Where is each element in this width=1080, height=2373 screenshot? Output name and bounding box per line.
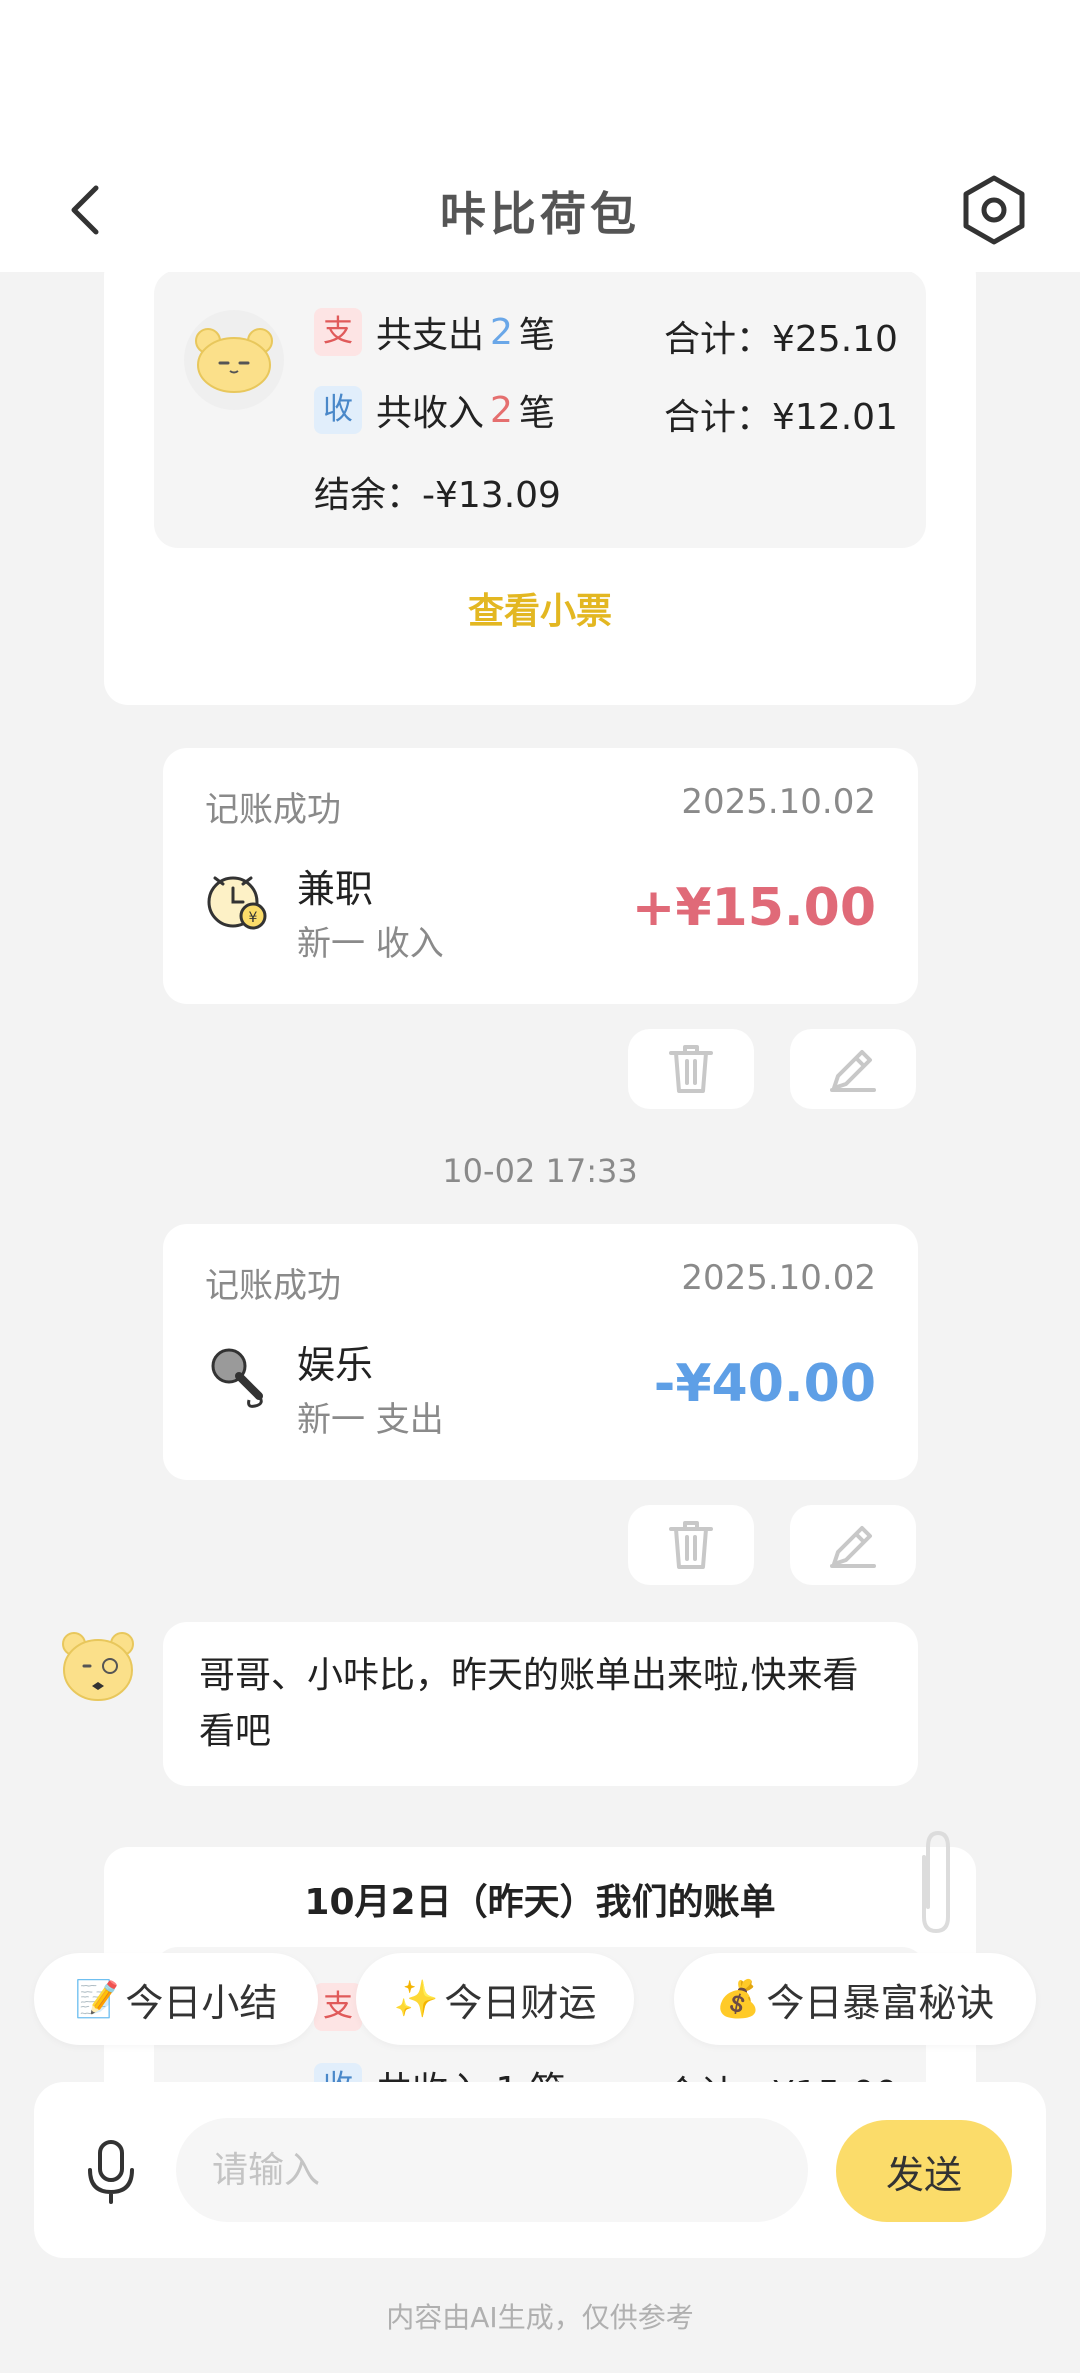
record-date: 2025.10.02 [681, 1258, 876, 1298]
income-tag: 收 [314, 386, 362, 434]
nav-bar: 咔比荷包 [0, 150, 1080, 272]
quick-action-summary[interactable]: 📝 今日小结 [34, 1953, 318, 2045]
quick-action-secret[interactable]: 💰 今日暴富秘诀 [674, 1953, 1036, 2045]
money-bag-icon: 💰 [715, 1979, 761, 2020]
paperclip-icon [912, 1827, 958, 1937]
send-button[interactable]: 发送 [836, 2120, 1012, 2222]
edit-button[interactable] [790, 1505, 916, 1585]
expense-tag: 支 [314, 1983, 362, 2031]
income-total: 合计：¥12.01 [664, 397, 898, 438]
bill-income-text: 共收入 1 笔 [376, 2061, 566, 2082]
record-card[interactable]: 记账成功 2025.10.02 ¥ 兼职 新一 收入 +¥15.00 [163, 748, 918, 1004]
expense-text: 共支出 [376, 315, 485, 356]
expense-tag: 支 [314, 308, 362, 356]
bear-avatar-icon [60, 1630, 136, 1706]
record-status: 记账成功 [205, 1266, 341, 1306]
chat-scroll-area[interactable]: 支 共支出 2 笔 合计：¥25.10 收 共收入 2 笔 合计：¥12.01 … [0, 272, 1080, 2082]
record-category: 娱乐 [297, 1343, 374, 1387]
income-text: 共收入 [376, 393, 485, 434]
memo-icon: 📝 [74, 1979, 120, 2020]
quick-action-label: 今日暴富秘诀 [766, 1980, 995, 2025]
pencil-icon [830, 1526, 876, 1568]
record-subtitle: 新一 支出 [297, 1400, 444, 1440]
expense-total: 合计：¥25.10 [664, 319, 898, 360]
balance-text: 结余：-¥13.09 [314, 475, 561, 516]
svg-text:¥: ¥ [249, 910, 258, 926]
record-category: 兼职 [297, 867, 374, 911]
delete-button[interactable] [628, 1505, 754, 1585]
microphone-icon[interactable] [76, 2136, 146, 2206]
income-row: 收 共收入 2 笔 [314, 384, 555, 436]
quick-action-fortune[interactable]: ✨ 今日财运 [356, 1953, 634, 2045]
chat-input-bar: 发送 [34, 2082, 1046, 2258]
income-unit: 笔 [518, 393, 555, 434]
quick-action-label: 今日财运 [444, 1980, 597, 2025]
trash-icon [669, 1521, 713, 1569]
expense-row: 支 共支出 2 笔 [314, 306, 555, 358]
income-count: 2 [490, 389, 513, 431]
status-bar [0, 0, 1080, 150]
bill-title: 10月2日（昨天）我们的账单 [304, 1882, 776, 1923]
settings-icon[interactable] [956, 172, 1032, 248]
record-card[interactable]: 记账成功 2025.10.02 娱乐 新一 支出 -¥40.00 [163, 1224, 918, 1480]
record-subtitle: 新一 收入 [297, 924, 444, 964]
clock-coin-icon: ¥ [205, 868, 271, 934]
bill-income-row: 收 共收入 1 笔 [314, 2061, 566, 2082]
bot-message-bubble: 哥哥、小咔比，昨天的账单出来啦,快来看看吧 [163, 1622, 918, 1786]
bear-avatar-icon [184, 310, 284, 410]
ai-disclaimer: 内容由AI生成，仅供参考 [386, 2301, 694, 2334]
daily-summary-card: 支 共支出 2 笔 合计：¥25.10 收 共收入 2 笔 合计：¥12.01 … [104, 272, 976, 705]
bill-income-total: 合计：¥15.00 [664, 2065, 898, 2082]
delete-button[interactable] [628, 1029, 754, 1109]
income-tag: 收 [314, 2063, 362, 2082]
record-status: 记账成功 [205, 790, 341, 830]
message-input[interactable] [176, 2118, 808, 2222]
view-ticket-link[interactable]: 查看小票 [104, 582, 976, 634]
pencil-icon [830, 1050, 876, 1092]
record-amount: +¥15.00 [631, 878, 876, 938]
trash-icon [669, 1045, 713, 1093]
record-date: 2025.10.02 [681, 782, 876, 822]
sparkles-icon: ✨ [393, 1979, 439, 2020]
quick-action-label: 今日小结 [125, 1980, 278, 2025]
page-title: 咔比荷包 [440, 187, 640, 241]
edit-button[interactable] [790, 1029, 916, 1109]
expense-unit: 笔 [518, 315, 555, 356]
record-amount: -¥40.00 [653, 1354, 876, 1414]
microphone-icon [205, 1344, 271, 1410]
summary-stats: 支 共支出 2 笔 合计：¥25.10 收 共收入 2 笔 合计：¥12.01 … [154, 272, 926, 548]
expense-count: 2 [490, 311, 513, 353]
message-timestamp: 10-02 17:33 [442, 1152, 638, 1190]
